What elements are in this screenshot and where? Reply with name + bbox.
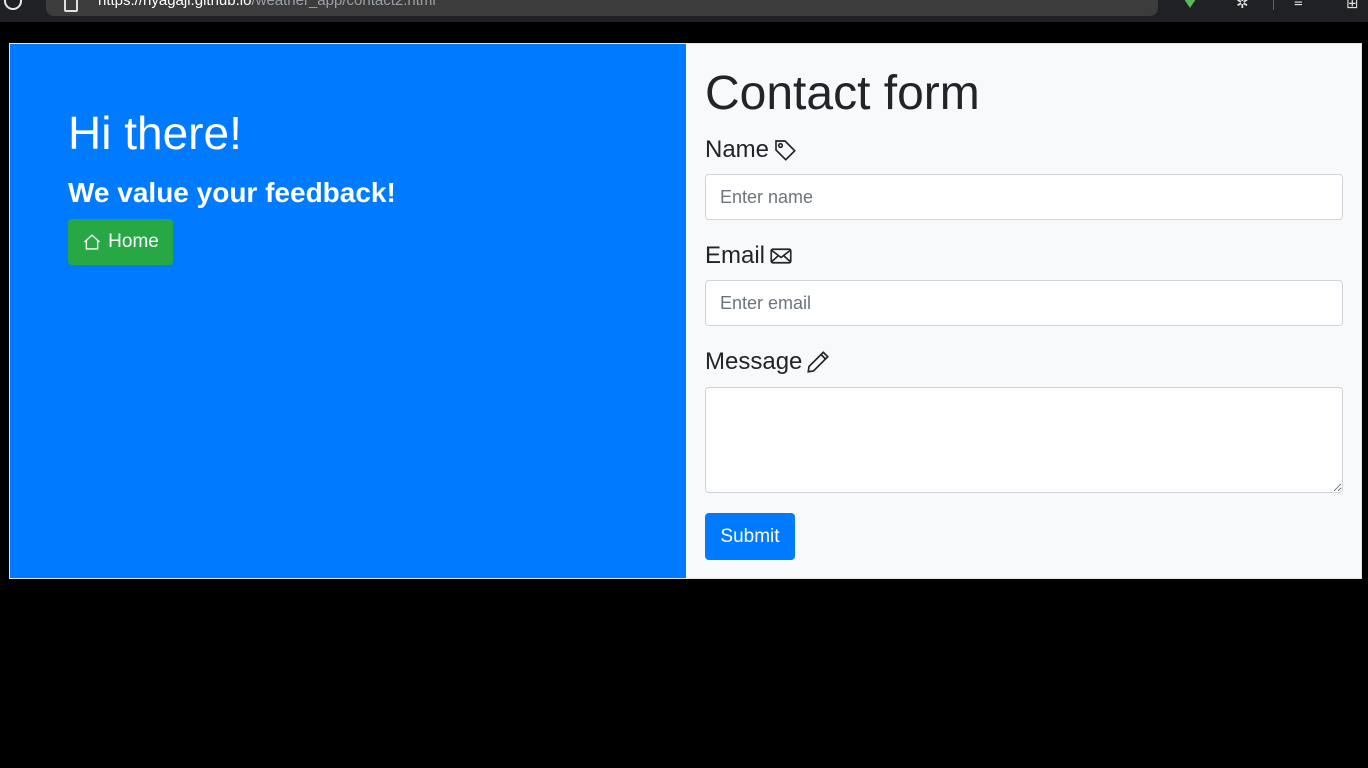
submit-button[interactable]: Submit xyxy=(705,513,795,560)
home-button-label: Home xyxy=(108,231,159,252)
address-bar[interactable]: https://nyagaji.github.io/weather_app/co… xyxy=(46,0,1158,16)
hero-panel: Hi there! We value your feedback! Home xyxy=(10,44,686,578)
form-title: Contact form xyxy=(705,67,980,120)
email-label-text: Email xyxy=(705,242,766,269)
browser-toolbar: https://nyagaji.github.io/weather_app/co… xyxy=(0,0,1368,22)
extensions-icon[interactable]: ✲ xyxy=(1236,0,1249,12)
page-container: Hi there! We value your feedback! Home C… xyxy=(9,43,1362,579)
email-label: Email xyxy=(705,242,793,270)
extension-shield-icon[interactable] xyxy=(1182,0,1198,8)
url-path: /weather_app/contact2.html xyxy=(251,0,436,9)
email-input[interactable] xyxy=(705,280,1343,326)
message-label: Message xyxy=(705,348,830,376)
name-label-text: Name xyxy=(705,136,770,163)
envelope-icon xyxy=(770,248,792,264)
home-button[interactable]: Home xyxy=(68,219,173,265)
hero-tagline: We value your feedback! xyxy=(68,177,396,208)
house-icon xyxy=(84,234,101,250)
url-text: https://nyagaji.github.io/weather_app/co… xyxy=(98,0,436,9)
pencil-icon xyxy=(807,351,830,373)
reload-icon[interactable] xyxy=(4,0,22,10)
name-input[interactable] xyxy=(705,174,1343,220)
url-host: https://nyagaji.github.io xyxy=(98,0,252,9)
collections-icon[interactable]: ⊞ xyxy=(1346,0,1359,12)
page-info-icon[interactable] xyxy=(64,0,78,12)
add-favorite-icon[interactable]: ☆ xyxy=(1128,0,1141,4)
contact-form-panel: Contact form Name Email Message xyxy=(686,44,1361,578)
tag-icon xyxy=(775,140,796,161)
favorites-list-icon[interactable]: ≡ xyxy=(1294,0,1303,11)
message-textarea[interactable] xyxy=(705,387,1343,493)
message-label-text: Message xyxy=(705,348,803,375)
toolbar-divider xyxy=(1273,0,1274,10)
hero-greeting: Hi there! xyxy=(68,107,242,159)
name-label: Name xyxy=(705,136,797,164)
